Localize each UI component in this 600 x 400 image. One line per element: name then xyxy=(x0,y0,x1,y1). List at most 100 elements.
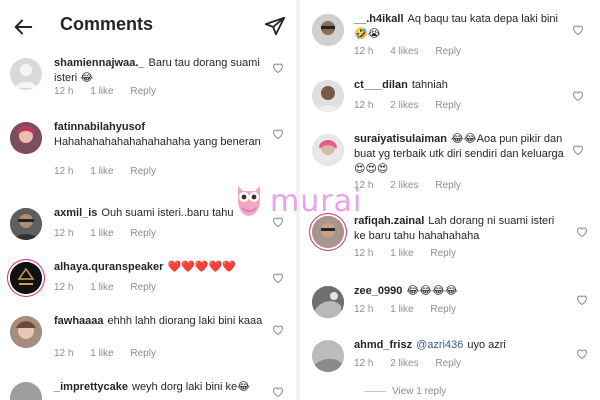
heart-outline-icon[interactable] xyxy=(576,348,588,360)
heart-outline-icon[interactable] xyxy=(576,294,588,306)
comment-username[interactable]: shamiennajwaa._ xyxy=(54,57,145,69)
avatar[interactable] xyxy=(10,262,42,294)
comment-text: ehhh lahh diorang laki bini kaaa xyxy=(107,315,263,327)
avatar[interactable] xyxy=(10,122,42,154)
comment-time: 12 h xyxy=(354,304,374,315)
reply-button[interactable]: Reply xyxy=(130,166,156,177)
heart-outline-icon[interactable] xyxy=(572,90,584,102)
heart-outline-icon[interactable] xyxy=(572,144,584,156)
reply-button[interactable]: Reply xyxy=(430,304,456,315)
comment-time: 12 h xyxy=(54,86,74,97)
comment-time: 12 h xyxy=(54,348,74,359)
comment-likes[interactable]: 1 like xyxy=(390,304,413,315)
comment-time: 12 h xyxy=(54,228,74,239)
reply-button[interactable]: Reply xyxy=(435,46,461,57)
comment-mention[interactable]: @azri436 xyxy=(416,339,463,351)
comment-likes[interactable]: 1 like xyxy=(90,282,113,293)
comment-username[interactable]: suraiyatisulaiman xyxy=(354,133,447,145)
heart-outline-icon[interactable] xyxy=(572,24,584,36)
avatar[interactable] xyxy=(10,382,42,400)
avatar[interactable] xyxy=(10,58,42,90)
comment-meta: 12 h 1 like Reply xyxy=(54,282,170,293)
heart-outline-icon[interactable] xyxy=(272,386,284,398)
avatar[interactable] xyxy=(10,316,42,348)
comment-meta: 12 h 1 like Reply xyxy=(354,304,470,315)
avatar[interactable] xyxy=(10,208,42,240)
reply-button[interactable]: Reply xyxy=(435,100,461,111)
comment-text: 😂😂😂😂 xyxy=(406,285,458,297)
comment-username[interactable]: zee_0990 xyxy=(354,285,402,297)
comment-body: suraiyatisulaiman 😂😂Aoa pun pikir dan bua… xyxy=(354,132,564,177)
comment-meta: 12 h 2 likes Reply xyxy=(354,180,475,191)
reply-button[interactable]: Reply xyxy=(430,248,456,259)
reply-button[interactable]: Reply xyxy=(435,180,461,191)
comment-meta: 12 h 1 like Reply xyxy=(54,228,170,239)
comment-likes[interactable]: 2 likes xyxy=(390,180,418,191)
comment-likes[interactable]: 2 likes xyxy=(390,358,418,369)
view-replies-link[interactable]: View 1 reply xyxy=(364,386,446,397)
heart-outline-icon[interactable] xyxy=(272,62,284,74)
comment-text: weyh dorg laki bini ke😂 xyxy=(132,381,251,393)
comment-body: rafiqah.zainal Lah dorang ni suami isteri… xyxy=(354,214,564,244)
comment-text: ❤️❤️❤️❤️❤️ xyxy=(167,261,236,273)
reply-button[interactable]: Reply xyxy=(130,86,156,97)
avatar[interactable] xyxy=(312,286,344,318)
reply-button[interactable]: Reply xyxy=(130,348,156,359)
comment-meta: 12 h 4 likes Reply xyxy=(354,46,475,57)
comment-likes[interactable]: 1 like xyxy=(90,86,113,97)
comment-likes[interactable]: 1 like xyxy=(90,348,113,359)
comment-body: fatinnabilahyusof Hahahahahahahahahahaha … xyxy=(54,120,264,150)
comment-username[interactable]: axmil_is xyxy=(54,207,97,219)
comment-likes[interactable]: 4 likes xyxy=(390,46,418,57)
comment-time: 12 h xyxy=(354,46,374,57)
comment-body: _imprettycake weyh dorg laki bini ke😂 xyxy=(54,380,264,395)
reply-button[interactable]: Reply xyxy=(435,358,461,369)
comment-body: zee_0990 😂😂😂😂 xyxy=(354,284,564,299)
watermark-text: murai xyxy=(270,184,363,219)
arrow-left-icon[interactable] xyxy=(12,16,34,38)
comment-body: shamiennajwaa._ Baru tau dorang suami ist… xyxy=(54,56,264,86)
comment-meta: 12 h 2 likes Reply xyxy=(354,100,475,111)
comment-likes[interactable]: 1 like xyxy=(90,228,113,239)
comment-username[interactable]: fawhaaaa xyxy=(54,315,104,327)
comment-username[interactable]: _imprettycake xyxy=(54,381,128,393)
comment-username[interactable]: alhaya.quranspeaker xyxy=(54,261,163,273)
murai-watermark: murai xyxy=(232,180,372,224)
owl-logo-icon xyxy=(238,186,260,216)
reply-button[interactable]: Reply xyxy=(130,282,156,293)
comment-text: tahniah xyxy=(411,79,448,91)
comment-time: 12 h xyxy=(354,358,374,369)
reply-button[interactable]: Reply xyxy=(130,228,156,239)
comment-time: 12 h xyxy=(54,282,74,293)
comment-username[interactable]: ahmd_frisz xyxy=(354,339,412,351)
comment-likes[interactable]: 1 like xyxy=(90,166,113,177)
heart-outline-icon[interactable] xyxy=(272,324,284,336)
heart-outline-icon[interactable] xyxy=(576,226,588,238)
comment-username[interactable]: fatinnabilahyusof xyxy=(54,121,145,133)
comment-username[interactable]: __.h4ikall xyxy=(354,13,404,25)
comment-likes[interactable]: 2 likes xyxy=(390,100,418,111)
comment-body: ahmd_frisz @azri436 uyo azri xyxy=(354,338,564,353)
comment-meta: 12 h 2 likes Reply xyxy=(354,358,475,369)
heart-outline-icon[interactable] xyxy=(272,128,284,140)
comment-text: uyo azri xyxy=(467,339,506,351)
comments-header: Comments xyxy=(0,0,296,54)
avatar[interactable] xyxy=(312,14,344,46)
comment-meta: 12 h 1 like Reply xyxy=(54,86,170,97)
comment-body: __.h4ikall Aq baqu tau kata depa laki bin… xyxy=(354,12,564,42)
comment-meta: 12 h 1 like Reply xyxy=(354,248,470,259)
avatar[interactable] xyxy=(312,80,344,112)
heart-outline-icon[interactable] xyxy=(272,272,284,284)
avatar[interactable] xyxy=(312,134,344,166)
comment-username[interactable]: ct___dilan xyxy=(354,79,408,91)
comment-likes[interactable]: 1 like xyxy=(390,248,413,259)
comment-body: ct___dilan tahniah xyxy=(354,78,564,93)
comment-time: 12 h xyxy=(54,166,74,177)
avatar[interactable] xyxy=(312,340,344,372)
comment-time: 12 h xyxy=(354,100,374,111)
paper-plane-icon[interactable] xyxy=(264,15,286,37)
comment-text: Hahahahahahahahahahaha yang beneran xyxy=(54,136,261,148)
comment-meta: 12 h 1 like Reply xyxy=(54,166,170,177)
comment-text: Ouh suami isteri..baru tahu xyxy=(101,207,234,219)
comment-body: alhaya.quranspeaker ❤️❤️❤️❤️❤️ xyxy=(54,260,264,275)
